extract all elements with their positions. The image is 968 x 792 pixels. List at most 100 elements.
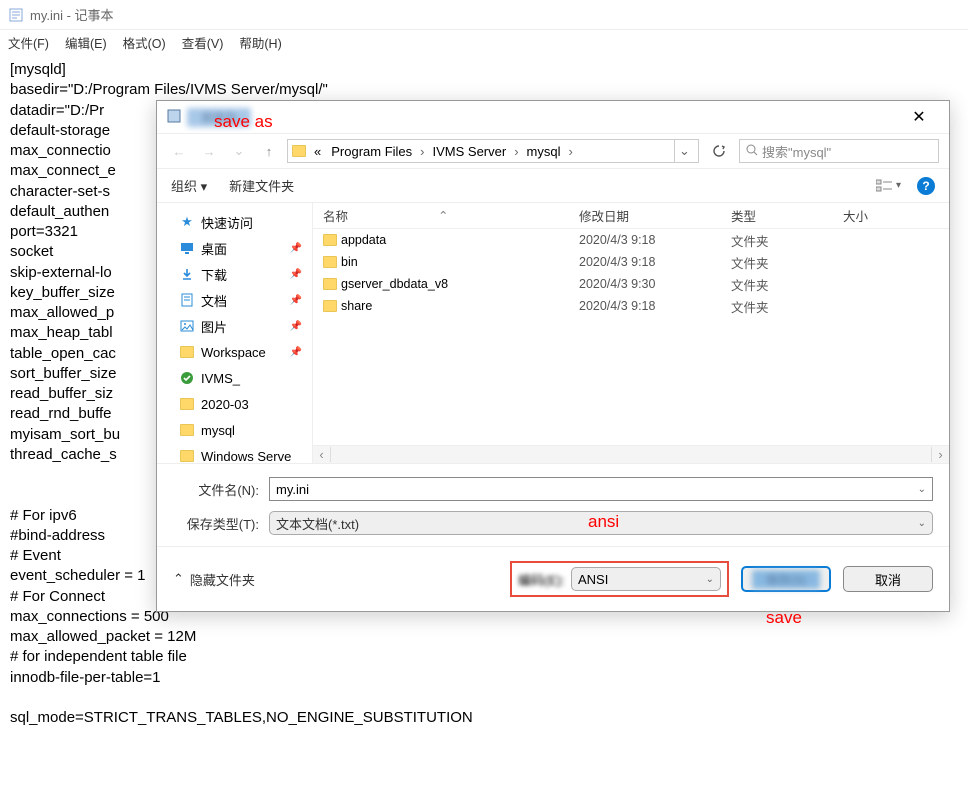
crumb-prefix[interactable]: « bbox=[310, 140, 325, 162]
sidebar-item[interactable]: 图片📌 bbox=[157, 313, 312, 339]
nav-recent-icon[interactable]: ⌄ bbox=[227, 139, 251, 163]
sidebar-item[interactable]: 2020-03 bbox=[157, 391, 312, 417]
file-type: 文件夹 bbox=[731, 297, 843, 316]
sidebar-item-icon bbox=[179, 422, 195, 438]
sidebar-item-label: Workspace bbox=[201, 345, 266, 360]
file-row[interactable]: gserver_dbdata_v82020/4/3 9:30文件夹 bbox=[313, 273, 949, 295]
sidebar-item-label: 2020-03 bbox=[201, 397, 249, 412]
col-type[interactable]: 类型 bbox=[731, 206, 843, 225]
sidebar-item-label: Windows Serve bbox=[201, 449, 291, 464]
sidebar-item[interactable]: 桌面📌 bbox=[157, 235, 312, 261]
encoding-select[interactable]: ANSI ⌄ bbox=[571, 567, 721, 591]
nav-forward-icon[interactable]: → bbox=[197, 139, 221, 163]
folder-icon bbox=[323, 278, 337, 290]
menu-file[interactable]: 文件(F) bbox=[8, 33, 49, 52]
nav-back-icon[interactable]: ← bbox=[167, 139, 191, 163]
menu-view[interactable]: 查看(V) bbox=[182, 33, 224, 52]
pin-icon: 📌 bbox=[290, 347, 302, 358]
notepad-title-text: my.ini - 记事本 bbox=[30, 5, 114, 24]
menu-help[interactable]: 帮助(H) bbox=[239, 33, 281, 52]
dialog-footer: ⌃ 隐藏文件夹 编码(E): ANSI ⌄ 保存(S) 取消 bbox=[157, 546, 949, 611]
file-columns-header: 名称 ⌃ 修改日期 类型 大小 bbox=[313, 203, 949, 229]
sort-indicator-icon: ⌃ bbox=[438, 208, 448, 223]
encoding-label: 编码(E): bbox=[518, 570, 565, 589]
filename-label: 文件名(N): bbox=[173, 480, 269, 499]
cancel-button-label: 取消 bbox=[875, 570, 901, 589]
pin-icon: 📌 bbox=[290, 269, 302, 280]
sidebar-item-icon bbox=[179, 266, 195, 282]
notepad-icon bbox=[8, 7, 24, 23]
sidebar-item-icon bbox=[179, 370, 195, 386]
menu-format[interactable]: 格式(O) bbox=[123, 33, 166, 52]
folder-icon bbox=[323, 300, 337, 312]
file-date: 2020/4/3 9:18 bbox=[579, 233, 731, 247]
crumb-1[interactable]: IVMS Server bbox=[429, 140, 511, 162]
file-name: share bbox=[341, 299, 372, 313]
sidebar-item[interactable]: 下载📌 bbox=[157, 261, 312, 287]
chevron-down-icon: ▾ bbox=[896, 180, 901, 191]
crumb-0[interactable]: Program Files bbox=[327, 140, 416, 162]
save-button-label: 保存(S) bbox=[752, 570, 820, 589]
horizontal-scrollbar[interactable]: ‹ › bbox=[313, 445, 949, 463]
sidebar-item-icon: ★ bbox=[179, 214, 195, 230]
sidebar-item[interactable]: Windows Serve bbox=[157, 443, 312, 463]
notepad-menubar: 文件(F) 编辑(E) 格式(O) 查看(V) 帮助(H) bbox=[0, 30, 968, 54]
refresh-button[interactable] bbox=[705, 139, 733, 163]
folder-icon bbox=[292, 145, 308, 157]
close-button[interactable]: ✕ bbox=[899, 103, 939, 131]
sidebar-item-icon bbox=[179, 240, 195, 256]
help-button[interactable]: ? bbox=[917, 177, 935, 195]
sidebar-item[interactable]: Workspace 📌 bbox=[157, 339, 312, 365]
scroll-right-icon[interactable]: › bbox=[931, 447, 949, 462]
chevron-down-icon[interactable]: ⌄ bbox=[918, 484, 926, 495]
notepad-titlebar: my.ini - 记事本 bbox=[0, 0, 968, 30]
view-button[interactable]: ▾ bbox=[876, 179, 901, 193]
hide-folders-toggle[interactable]: ⌃ 隐藏文件夹 bbox=[173, 570, 255, 589]
file-list-area: 名称⌃ 修改日期 类型 大小 appdata2020/4/3 9:18文件夹bi… bbox=[313, 203, 949, 463]
col-name[interactable]: 名称 bbox=[323, 206, 348, 225]
file-row[interactable]: bin2020/4/3 9:18文件夹 bbox=[313, 251, 949, 273]
hide-folders-label: 隐藏文件夹 bbox=[190, 570, 255, 589]
nav-up-icon[interactable]: ↑ bbox=[257, 139, 281, 163]
sidebar-item[interactable]: 文档📌 bbox=[157, 287, 312, 313]
col-date[interactable]: 修改日期 bbox=[579, 206, 731, 225]
file-name: appdata bbox=[341, 233, 386, 247]
sidebar: ★快速访问桌面📌下载📌文档📌图片📌Workspace📌IVMS_2020-03m… bbox=[157, 203, 313, 463]
cancel-button[interactable]: 取消 bbox=[843, 566, 933, 592]
encoding-value: ANSI bbox=[578, 572, 608, 587]
sidebar-item-label: IVMS_ bbox=[201, 371, 240, 386]
folder-icon bbox=[323, 234, 337, 246]
menu-edit[interactable]: 编辑(E) bbox=[65, 33, 107, 52]
col-size[interactable]: 大小 bbox=[843, 206, 868, 225]
sidebar-item[interactable]: ★ 快速访问 bbox=[157, 209, 312, 235]
annotation-save: save bbox=[766, 608, 802, 628]
sidebar-item[interactable]: mysql bbox=[157, 417, 312, 443]
chevron-down-icon: ⌄ bbox=[706, 574, 714, 585]
file-row[interactable]: share2020/4/3 9:18文件夹 bbox=[313, 295, 949, 317]
breadcrumb-bar[interactable]: « Program Files › IVMS Server › mysql › … bbox=[287, 139, 699, 163]
address-row: ← → ⌄ ↑ « Program Files › IVMS Server › … bbox=[157, 133, 949, 169]
organize-button[interactable]: 组织 ▾ bbox=[171, 176, 207, 195]
sidebar-item-label: 桌面 bbox=[201, 239, 227, 258]
dialog-body: ★快速访问桌面📌下载📌文档📌图片📌Workspace📌IVMS_2020-03m… bbox=[157, 203, 949, 463]
address-dropdown-icon[interactable]: ⌄ bbox=[674, 140, 694, 162]
file-date: 2020/4/3 9:30 bbox=[579, 277, 731, 291]
pin-icon: 📌 bbox=[290, 295, 302, 306]
save-as-dialog: 另存为 ✕ ← → ⌄ ↑ « Program Files › IVMS Ser… bbox=[156, 100, 950, 612]
filename-input[interactable]: my.ini ⌄ bbox=[269, 477, 933, 501]
crumb-2[interactable]: mysql bbox=[523, 140, 565, 162]
sidebar-item-label: 快速访问 bbox=[201, 213, 253, 232]
file-row[interactable]: appdata 2020/4/3 9:18文件夹 bbox=[313, 229, 949, 251]
search-input[interactable]: 搜索"mysql" bbox=[739, 139, 939, 163]
sidebar-item[interactable]: IVMS_ bbox=[157, 365, 312, 391]
sidebar-item-icon bbox=[179, 448, 195, 463]
scroll-left-icon[interactable]: ‹ bbox=[313, 447, 331, 462]
search-icon bbox=[746, 144, 758, 159]
file-date: 2020/4/3 9:18 bbox=[579, 255, 731, 269]
sidebar-item-icon bbox=[179, 292, 195, 308]
save-button[interactable]: 保存(S) bbox=[741, 566, 831, 592]
new-folder-button[interactable]: 新建文件夹 bbox=[229, 176, 294, 195]
dialog-toolbar: 组织 ▾ 新建文件夹 ▾ ? bbox=[157, 169, 949, 203]
file-type: 文件夹 bbox=[731, 231, 843, 250]
file-list[interactable]: appdata2020/4/3 9:18文件夹bin2020/4/3 9:18文… bbox=[313, 229, 949, 445]
